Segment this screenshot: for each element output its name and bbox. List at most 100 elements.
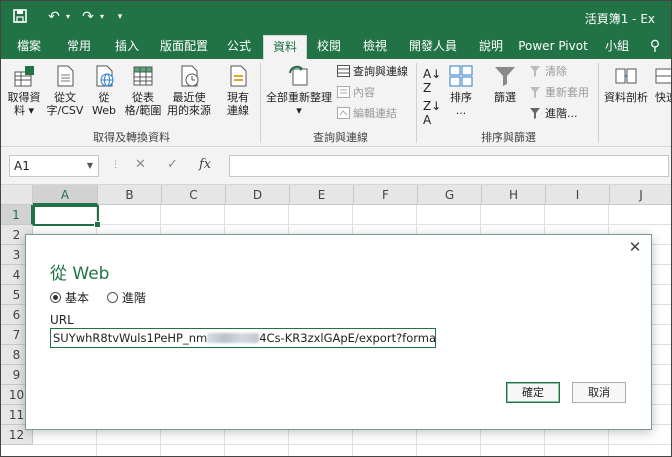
database-icon	[14, 66, 34, 87]
tab-developer[interactable]: 開發人員	[403, 33, 463, 59]
radio-basic[interactable]	[50, 292, 61, 303]
formula-input[interactable]	[229, 155, 669, 177]
filter-button[interactable]: 篩選	[489, 63, 521, 104]
redo-dropdown-icon[interactable]: ▾	[93, 8, 111, 26]
dialog-title: 從 Web	[50, 264, 110, 284]
cancel-button[interactable]: 取消	[572, 382, 626, 403]
sort-az-icon: A↓ Z	[423, 67, 442, 95]
customize-icon[interactable]: ▾	[111, 8, 129, 26]
filter-label-1: 篩選	[494, 91, 516, 104]
lightbulb-icon[interactable]: ⚲	[645, 33, 665, 59]
data-analysis-label: 資料剖析	[604, 91, 648, 104]
undo-dropdown-icon[interactable]: ▾	[59, 8, 77, 26]
from-table-label-1: 從表	[132, 91, 154, 104]
group-separator	[598, 63, 599, 143]
radio-advanced-label[interactable]: 進階	[122, 291, 146, 305]
column-header[interactable]: G	[418, 185, 482, 205]
from-web-label-1: 從	[98, 91, 110, 104]
active-cell-a1[interactable]	[33, 205, 101, 228]
excel-window: ↶ ▾ ↷ ▾ ▾ 活頁簿1 - Ex 檔案 常用 插入 版面配置 公式 資料 …	[0, 0, 672, 457]
tab-home[interactable]: 常用	[57, 33, 101, 59]
tab-view[interactable]: 檢視	[353, 33, 397, 59]
column-header[interactable]: H	[482, 185, 546, 205]
queries-icon	[337, 65, 350, 77]
tab-insert[interactable]: 插入	[105, 33, 149, 59]
ok-button[interactable]: 確定	[506, 382, 560, 403]
column-header[interactable]: C	[162, 185, 226, 205]
tab-power-pivot[interactable]: Power Pivot	[517, 33, 589, 59]
advanced-label: 進階...	[545, 107, 578, 120]
formula-bar: A1 ▼ ⋮ ✕ ✓ fx	[1, 147, 671, 185]
column-header[interactable]: D	[226, 185, 290, 205]
clear-filter-button[interactable]: 清除	[529, 65, 567, 79]
name-box[interactable]: A1 ▼	[9, 155, 99, 177]
from-text-label-2: 字/CSV	[46, 104, 84, 117]
column-header[interactable]: I	[546, 185, 610, 205]
get-data-button[interactable]: 取得資 料 ▾	[5, 63, 43, 117]
from-web-dialog: ✕ 從 Web 基本 進階 URL SUYwhR8tvWuls1PeHP_nm 4…	[25, 234, 652, 430]
get-data-label-1: 取得資	[7, 91, 41, 104]
sort-za-button[interactable]: Z↓ A	[423, 99, 441, 127]
url-label: URL	[50, 313, 74, 327]
url-value-prefix: SUYwhR8tvWuls1PeHP_nm	[53, 331, 208, 345]
column-header[interactable]: F	[354, 185, 418, 205]
queries-connections-label: 查詢與連線	[353, 65, 408, 78]
sort-az-button[interactable]: A↓ Z	[423, 67, 441, 95]
advanced-filter-button[interactable]: 進階...	[529, 107, 578, 121]
properties-button[interactable]: 內容	[337, 86, 375, 100]
row-header[interactable]: 1	[1, 205, 33, 225]
select-all-corner[interactable]	[1, 185, 33, 205]
sort-button[interactable]: 排序 ...	[445, 63, 477, 117]
text-to-columns-button[interactable]: 資料剖析	[601, 63, 651, 104]
reapply-icon	[530, 87, 540, 98]
refresh-all-label-2: ▾	[296, 104, 302, 117]
existing-connections-button[interactable]: 現有 連線	[219, 63, 257, 117]
chevron-down-icon[interactable]: ▼	[87, 156, 93, 176]
sort-label-2: ...	[455, 104, 467, 117]
formula-buttons: ⋮ ✕ ✓ fx	[107, 155, 227, 177]
cancel-icon[interactable]: ✕	[135, 157, 146, 172]
reapply-label: 重新套用	[545, 86, 589, 99]
enter-icon[interactable]: ✓	[167, 157, 178, 172]
close-icon[interactable]: ✕	[627, 239, 643, 255]
ribbon-tabs: 檔案 常用 插入 版面配置 公式 資料 校閱 檢視 開發人員 說明 Power …	[1, 33, 671, 59]
column-header[interactable]: A	[33, 185, 98, 205]
url-input[interactable]: SUYwhR8tvWuls1PeHP_nm 4Cs-KR3zxlGApE/expo…	[50, 328, 436, 348]
window-title: 活頁簿1 - Ex	[584, 12, 655, 26]
save-icon[interactable]	[11, 8, 29, 26]
edit-links-icon	[337, 107, 350, 119]
tab-help[interactable]: 說明	[471, 33, 511, 59]
radio-advanced[interactable]	[106, 292, 118, 303]
insert-function-icon[interactable]: fx	[199, 157, 211, 172]
properties-icon	[337, 86, 350, 98]
tab-page-layout[interactable]: 版面配置	[153, 33, 215, 59]
refresh-all-button[interactable]: 全部重新整理 ▾	[263, 63, 335, 117]
tab-formulas[interactable]: 公式	[219, 33, 259, 59]
recent-sources-label-2: 用的來源	[167, 104, 211, 117]
from-table-range-button[interactable]: 從表 格/範圍	[123, 63, 163, 117]
existing-conn-label-2: 連線	[227, 104, 249, 117]
column-header[interactable]: E	[290, 185, 354, 205]
reapply-button[interactable]: 重新套用	[529, 86, 589, 100]
group-label-get-transform: 取得及轉換資料	[93, 131, 170, 144]
queries-connections-button[interactable]: 查詢與連線	[337, 65, 408, 79]
globe-icon	[96, 65, 114, 87]
connection-file-icon	[230, 65, 247, 87]
from-web-button[interactable]: 從 Web	[87, 63, 121, 117]
group-label-queries: 查詢與連線	[313, 131, 368, 144]
tab-file[interactable]: 檔案	[7, 33, 51, 59]
recent-sources-button[interactable]: 最近使 用的來源	[165, 63, 213, 117]
tab-review[interactable]: 校閱	[309, 33, 349, 59]
flash-fill-button[interactable]: 快速	[651, 63, 671, 104]
tab-team[interactable]: 小組	[597, 33, 637, 59]
radio-basic-label[interactable]: 基本	[65, 291, 89, 305]
edit-links-button[interactable]: 編輯連結	[337, 107, 397, 121]
column-header[interactable]: J	[610, 185, 671, 205]
tab-data[interactable]: 資料	[263, 35, 307, 59]
group-separator	[416, 63, 417, 143]
clear-label: 清除	[545, 65, 567, 78]
recent-sources-label-1: 最近使	[172, 91, 206, 104]
from-text-csv-button[interactable]: 從文 字/CSV	[45, 63, 85, 117]
from-table-label-2: 格/範圍	[124, 104, 162, 117]
column-header[interactable]: B	[98, 185, 162, 205]
